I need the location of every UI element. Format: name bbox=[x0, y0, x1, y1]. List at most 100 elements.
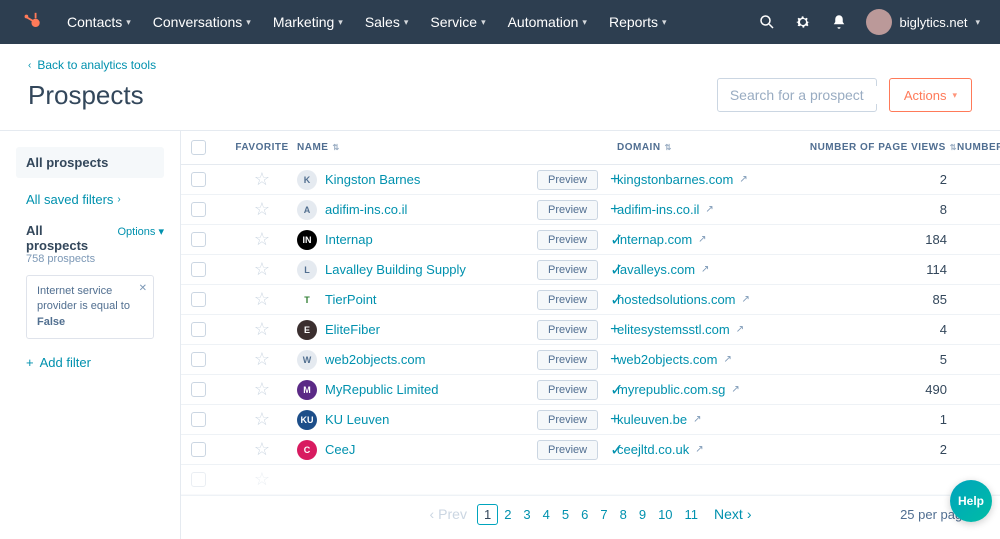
domain-link[interactable]: adifim-ins.co.il bbox=[617, 202, 699, 217]
search-input[interactable] bbox=[728, 86, 913, 104]
star-icon[interactable]: ☆ bbox=[254, 319, 270, 339]
company-name[interactable]: Internap bbox=[325, 232, 373, 247]
preview-button[interactable]: Preview bbox=[537, 320, 598, 340]
nav-conversations[interactable]: Conversations▾ bbox=[153, 14, 251, 30]
row-checkbox[interactable] bbox=[191, 382, 206, 397]
hubspot-logo-icon[interactable] bbox=[20, 11, 42, 33]
page-4[interactable]: 4 bbox=[537, 505, 556, 524]
company-name[interactable]: KU Leuven bbox=[325, 412, 389, 427]
nav-marketing[interactable]: Marketing▾ bbox=[273, 14, 343, 30]
domain-link[interactable]: kuleuven.be bbox=[617, 412, 687, 427]
preview-button[interactable]: Preview bbox=[537, 290, 598, 310]
preview-button[interactable]: Preview bbox=[537, 260, 598, 280]
row-checkbox[interactable] bbox=[191, 262, 206, 277]
preview-button[interactable]: Preview bbox=[537, 350, 598, 370]
star-icon[interactable]: ☆ bbox=[254, 439, 270, 459]
external-link-icon[interactable]: ↗ bbox=[695, 444, 703, 455]
external-link-icon[interactable]: ↗ bbox=[742, 294, 750, 305]
sidebar-saved-filters[interactable]: All saved filters › bbox=[16, 186, 164, 213]
row-checkbox[interactable] bbox=[191, 172, 206, 187]
company-name[interactable]: adifim-ins.co.il bbox=[325, 202, 407, 217]
domain-link[interactable]: kingstonbarnes.com bbox=[617, 172, 733, 187]
bell-icon[interactable] bbox=[830, 13, 848, 31]
col-favorite[interactable]: FAVORITE bbox=[227, 142, 297, 153]
row-checkbox[interactable] bbox=[191, 472, 206, 487]
breadcrumb-back[interactable]: ‹ Back to analytics tools bbox=[28, 58, 972, 72]
star-icon[interactable]: ☆ bbox=[254, 199, 270, 219]
domain-link[interactable]: internap.com bbox=[617, 232, 692, 247]
col-number-of[interactable]: NUMBER OF bbox=[957, 142, 1000, 153]
options-dropdown[interactable]: Options ▾ bbox=[118, 225, 165, 238]
row-checkbox[interactable] bbox=[191, 232, 206, 247]
star-icon[interactable]: ☆ bbox=[254, 469, 270, 489]
row-checkbox[interactable] bbox=[191, 292, 206, 307]
star-icon[interactable]: ☆ bbox=[254, 229, 270, 249]
page-6[interactable]: 6 bbox=[575, 505, 594, 524]
company-name[interactable]: MyRepublic Limited bbox=[325, 382, 438, 397]
preview-button[interactable]: Preview bbox=[537, 410, 598, 430]
star-icon[interactable]: ☆ bbox=[254, 349, 270, 369]
row-checkbox[interactable] bbox=[191, 352, 206, 367]
preview-button[interactable]: Preview bbox=[537, 440, 598, 460]
preview-button[interactable]: Preview bbox=[537, 170, 598, 190]
col-domain[interactable]: DOMAIN ⇅ bbox=[617, 142, 807, 153]
star-icon[interactable]: ☆ bbox=[254, 259, 270, 279]
page-1[interactable]: 1 bbox=[477, 504, 498, 525]
nav-sales[interactable]: Sales▾ bbox=[365, 14, 409, 30]
company-name[interactable]: EliteFiber bbox=[325, 322, 380, 337]
help-button[interactable]: Help bbox=[950, 480, 992, 522]
domain-link[interactable]: web2objects.com bbox=[617, 352, 717, 367]
page-9[interactable]: 9 bbox=[633, 505, 652, 524]
prospect-search[interactable] bbox=[717, 78, 877, 112]
select-all-checkbox[interactable] bbox=[191, 140, 206, 155]
actions-button[interactable]: Actions ▾ bbox=[889, 78, 972, 112]
company-name[interactable]: Kingston Barnes bbox=[325, 172, 420, 187]
domain-link[interactable]: hostedsolutions.com bbox=[617, 292, 736, 307]
company-name[interactable]: TierPoint bbox=[325, 292, 377, 307]
external-link-icon[interactable]: ↗ bbox=[731, 384, 739, 395]
external-link-icon[interactable]: ↗ bbox=[739, 174, 747, 185]
external-link-icon[interactable]: ↗ bbox=[705, 204, 713, 215]
company-name[interactable]: CeeJ bbox=[325, 442, 355, 457]
nav-automation[interactable]: Automation▾ bbox=[508, 14, 587, 30]
preview-button[interactable]: Preview bbox=[537, 200, 598, 220]
star-icon[interactable]: ☆ bbox=[254, 409, 270, 429]
row-checkbox[interactable] bbox=[191, 322, 206, 337]
col-page-views[interactable]: NUMBER OF PAGE VIEWS ⇅ bbox=[807, 142, 957, 153]
page-2[interactable]: 2 bbox=[498, 505, 517, 524]
filter-chip[interactable]: Internet service provider is equal to Fa… bbox=[26, 275, 154, 339]
star-icon[interactable]: ☆ bbox=[254, 379, 270, 399]
domain-link[interactable]: myrepublic.com.sg bbox=[617, 382, 725, 397]
external-link-icon[interactable]: ↗ bbox=[701, 264, 709, 275]
gear-icon[interactable] bbox=[794, 13, 812, 31]
page-10[interactable]: 10 bbox=[652, 505, 678, 524]
sidebar-active-tab[interactable]: All prospects bbox=[16, 147, 164, 178]
col-name[interactable]: NAME ⇅ bbox=[297, 142, 537, 153]
external-link-icon[interactable]: ↗ bbox=[723, 354, 731, 365]
search-icon[interactable] bbox=[758, 13, 776, 31]
page-11[interactable]: 11 bbox=[679, 505, 705, 524]
external-link-icon[interactable]: ↗ bbox=[693, 414, 701, 425]
domain-link[interactable]: lavalleys.com bbox=[617, 262, 695, 277]
company-name[interactable]: web2objects.com bbox=[325, 352, 425, 367]
account-menu[interactable]: biglytics.net ▾ bbox=[866, 9, 980, 35]
external-link-icon[interactable]: ↗ bbox=[698, 234, 706, 245]
close-icon[interactable]: ✕ bbox=[139, 282, 147, 296]
domain-link[interactable]: ceejltd.co.uk bbox=[617, 442, 689, 457]
row-checkbox[interactable] bbox=[191, 202, 206, 217]
row-checkbox[interactable] bbox=[191, 412, 206, 427]
nav-reports[interactable]: Reports▾ bbox=[609, 14, 667, 30]
preview-button[interactable]: Preview bbox=[537, 380, 598, 400]
next-page[interactable]: Next › bbox=[714, 506, 751, 522]
page-5[interactable]: 5 bbox=[556, 505, 575, 524]
row-checkbox[interactable] bbox=[191, 442, 206, 457]
external-link-icon[interactable]: ↗ bbox=[736, 324, 744, 335]
nav-contacts[interactable]: Contacts▾ bbox=[67, 14, 131, 30]
page-8[interactable]: 8 bbox=[614, 505, 633, 524]
star-icon[interactable]: ☆ bbox=[254, 289, 270, 309]
page-7[interactable]: 7 bbox=[594, 505, 613, 524]
add-filter-button[interactable]: + Add filter bbox=[16, 349, 164, 376]
company-name[interactable]: Lavalley Building Supply bbox=[325, 262, 466, 277]
page-3[interactable]: 3 bbox=[517, 505, 536, 524]
domain-link[interactable]: elitesystemsstl.com bbox=[617, 322, 730, 337]
